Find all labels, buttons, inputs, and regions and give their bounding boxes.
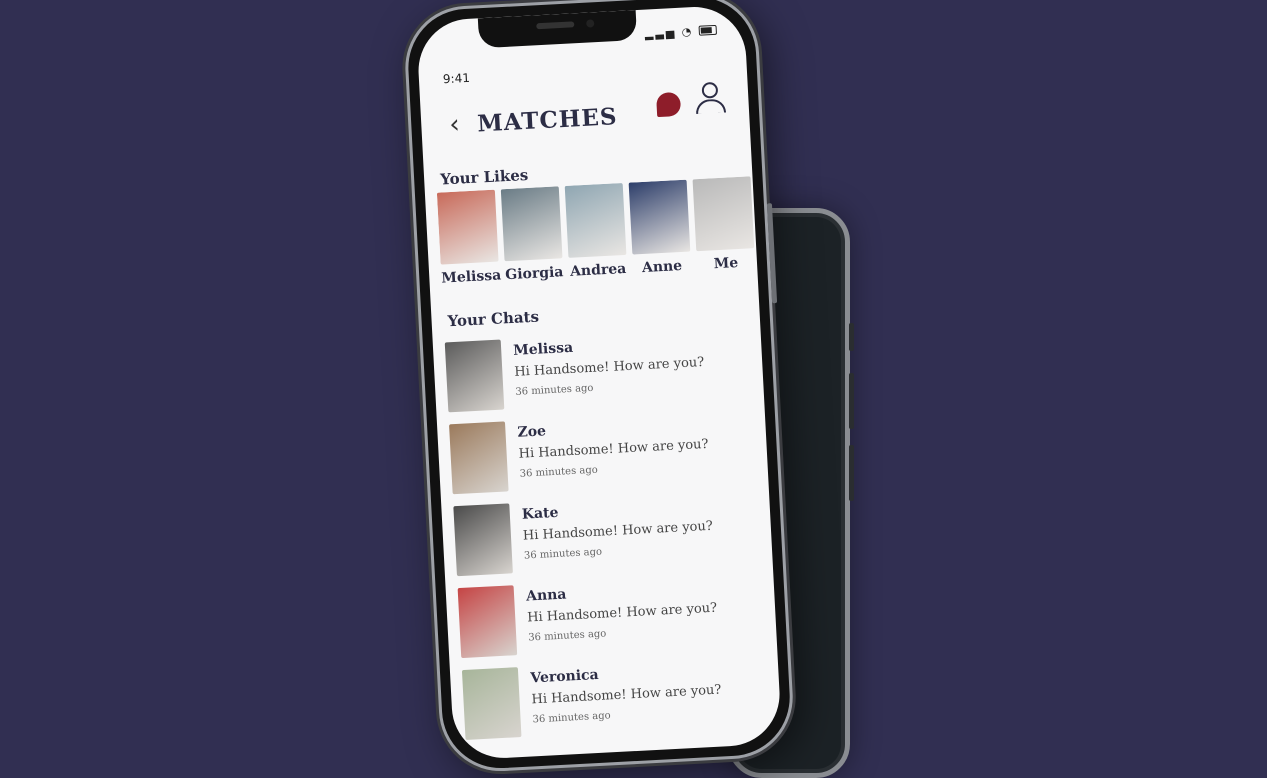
chat-avatar <box>449 421 509 495</box>
like-photo <box>500 186 563 262</box>
like-card[interactable]: Andrea <box>564 182 628 280</box>
chat-avatar <box>461 667 522 740</box>
like-card[interactable]: Giorgia <box>500 186 564 284</box>
status-icons: ▂▃▅ ◔ <box>645 24 718 41</box>
chat-row[interactable]: Melissa Hi Handsome! How are you? 36 minut… <box>444 327 749 425</box>
chat-avatar <box>453 503 513 577</box>
like-name: Anne <box>641 257 683 277</box>
chat-name: Veronica <box>530 666 600 687</box>
chats-section-title: Your Chats <box>447 307 540 331</box>
battery-icon <box>698 24 718 36</box>
signal-icon: ▂▃▅ <box>644 25 677 41</box>
chat-message-preview: Hi Handsome! How are you? <box>526 600 718 626</box>
chat-avatar <box>457 585 518 659</box>
like-photo <box>564 182 627 258</box>
like-name: Giorgia <box>504 264 564 284</box>
chat-name: Kate <box>521 504 559 523</box>
profile-icon[interactable] <box>694 81 727 118</box>
notch <box>477 10 638 49</box>
like-photo <box>436 189 499 265</box>
speaker <box>536 21 575 30</box>
like-card[interactable]: Melissa <box>436 189 502 287</box>
camera <box>586 19 595 28</box>
chat-avatar <box>444 339 505 413</box>
chat-message-preview: Hi Handsome! How are you? <box>522 518 714 544</box>
chat-row[interactable]: Anna Hi Handsome! How are you? 36 minutes … <box>457 572 762 670</box>
chat-message-preview: Hi Handsome! How are you? <box>514 354 705 380</box>
like-photo <box>692 176 755 252</box>
chat-timestamp: 36 minutes ago <box>528 628 607 644</box>
phone-side-button <box>849 373 854 429</box>
back-arrow-icon[interactable]: ‹ <box>449 109 461 140</box>
like-photo <box>628 179 691 255</box>
chat-bubble-icon[interactable] <box>655 91 682 118</box>
like-name: Melissa <box>440 267 502 287</box>
likes-carousel[interactable]: Melissa Giorgia Andrea Anne Me <box>436 176 762 303</box>
wifi-icon: ◔ <box>681 25 694 39</box>
status-time: 9:41 <box>442 70 471 87</box>
chat-row[interactable]: Veronica Hi Handsome! How are you? 36 minu… <box>461 654 766 752</box>
phone-side-button <box>849 323 854 351</box>
chat-name: Melissa <box>512 339 574 359</box>
chat-timestamp: 36 minutes ago <box>515 382 594 398</box>
chat-name: Zoe <box>517 423 547 441</box>
foreground-phone: 9:41 ▂▃▅ ◔ ‹ MATCHES Your Likes Melissa G… <box>402 0 796 775</box>
chat-message-preview: Hi Handsome! How are you? <box>531 682 722 708</box>
chat-timestamp: 36 minutes ago <box>523 546 603 562</box>
chat-message-preview: Hi Handsome! How are you? <box>518 436 709 462</box>
likes-section-title: Your Likes <box>439 165 529 189</box>
chat-name: Anna <box>525 586 567 605</box>
phone-side-button <box>849 445 854 501</box>
like-card[interactable]: Anne <box>628 179 692 277</box>
chat-timestamp: 36 minutes ago <box>532 710 611 726</box>
chat-row[interactable]: Kate Hi Handsome! How are you? 36 minutes … <box>453 491 757 589</box>
chat-list: Melissa Hi Handsome! How are you? 36 minut… <box>444 327 766 752</box>
phone-screen: 9:41 ▂▃▅ ◔ ‹ MATCHES Your Likes Melissa G… <box>415 4 783 761</box>
like-card[interactable]: Me <box>692 176 756 273</box>
like-name: Andrea <box>569 260 627 280</box>
chat-timestamp: 36 minutes ago <box>519 464 599 480</box>
page-title: MATCHES <box>476 103 619 138</box>
like-name: Me <box>713 255 739 273</box>
chat-row[interactable]: Zoe Hi Handsome! How are you? 36 minutes a… <box>449 409 753 507</box>
